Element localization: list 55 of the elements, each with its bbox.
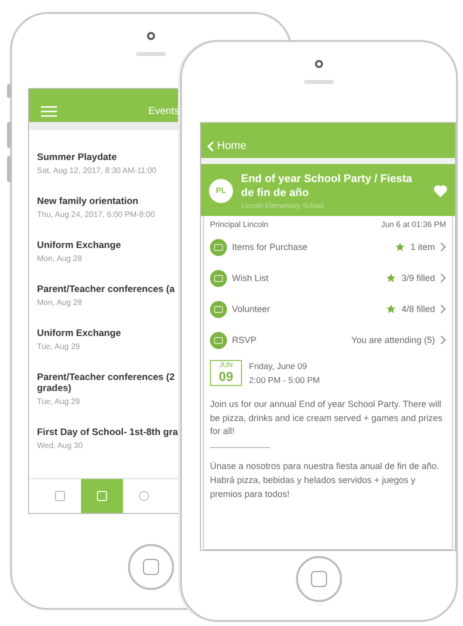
- event-date: Mon, Aug 28: [37, 254, 83, 263]
- event-title: End of year School Party / Fiesta de fin de año: [241, 172, 414, 201]
- event-date: Tue, Aug 29: [37, 397, 81, 406]
- event-date: Thu, Aug 24, 2017, 6:00 PM-8:00: [37, 210, 156, 219]
- event-description: Join us for our annual End of year School Party. There will be pizza, drinks and ice cream served + games and prizes for all!: [210, 398, 444, 438]
- row-value: 4/8 filled: [401, 304, 435, 314]
- row-value: 1 item: [410, 242, 435, 252]
- row-label: Volunteer: [232, 304, 272, 314]
- list-row[interactable]: RSVP You are attending (5): [210, 324, 446, 356]
- event-title[interactable]: Uniform Exchange: [37, 328, 183, 339]
- event-title[interactable]: Parent/Teacher conferences (2 grades): [37, 372, 183, 394]
- avatar: PL: [209, 178, 233, 203]
- screen-title: Events: [148, 106, 179, 116]
- row-label: Items for Purchase: [232, 242, 309, 252]
- home-button[interactable]: [296, 556, 342, 602]
- chevron-left-icon: [207, 140, 214, 152]
- post-time: Jun 6 at 01:36 PM: [381, 220, 446, 229]
- chevron-right-icon: [440, 335, 446, 346]
- camera-icon: [147, 32, 155, 40]
- row-value: You are attending (5): [351, 335, 435, 346]
- heart-icon[interactable]: [434, 184, 447, 197]
- event-date: Sat, Aug 12, 2017, 8:30 AM-11:00: [37, 166, 158, 175]
- event-time: 2:00 PM - 5:00 PM: [249, 374, 320, 385]
- list-icon: [210, 270, 227, 287]
- list-row[interactable]: Volunteer 4/8 filled: [210, 294, 446, 325]
- list-row[interactable]: Items for Purchase 1 item: [210, 232, 446, 263]
- camera-icon: [315, 60, 323, 68]
- chevron-right-icon: [440, 273, 446, 284]
- event-description: Únase a nosotros para nuestra fiesta anual de fin de año. Habrá pizza, bebidas y helados servidos + juegos y premios para todos!: [210, 460, 440, 502]
- event-date: Tue, Aug 29: [37, 342, 81, 351]
- event-title[interactable]: Uniform Exchange: [37, 240, 183, 251]
- event-title[interactable]: First Day of School- 1st-8th gra: [37, 427, 183, 438]
- row-label: RSVP: [232, 335, 258, 346]
- event-title[interactable]: New family orientation: [37, 196, 183, 207]
- event-date: Wed, Aug 30: [37, 441, 84, 450]
- speaker-icon: [136, 52, 166, 56]
- event-title[interactable]: Parent/Teacher conferences (a: [37, 284, 183, 295]
- list-icon: [210, 332, 227, 349]
- list-icon: [210, 300, 227, 318]
- home-button[interactable]: [128, 544, 174, 590]
- row-label: Wish List: [232, 273, 270, 284]
- event-date: Friday, June 09: [249, 360, 308, 371]
- square-icon: [96, 490, 108, 502]
- square-icon: [54, 490, 66, 502]
- menu-icon[interactable]: [41, 106, 57, 116]
- author: Principal Lincoln: [210, 220, 268, 229]
- tab[interactable]: [81, 479, 123, 513]
- chevron-right-icon: [440, 304, 446, 314]
- event-title[interactable]: Summer Playdate: [37, 152, 183, 163]
- event-date: Mon, Aug 28: [37, 298, 83, 307]
- list-row[interactable]: Wish List 3/9 filled: [210, 262, 446, 294]
- row-value: 3/9 filled: [401, 273, 435, 284]
- chevron-right-icon: [440, 242, 446, 252]
- speaker-icon: [304, 80, 334, 84]
- list-icon: [210, 238, 227, 256]
